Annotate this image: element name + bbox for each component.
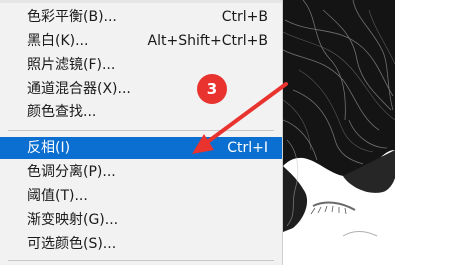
bw-hair-photo — [283, 0, 395, 265]
menu-separator — [8, 260, 274, 261]
menu-item-color-balance[interactable]: 色彩平衡(B)... Ctrl+B — [0, 6, 282, 28]
menu-item-shortcut: Alt+Shift+Ctrl+B — [147, 33, 268, 49]
menu-item-label: 反相(I) — [27, 140, 71, 156]
menu-item-selective-color[interactable]: 可选颜色(S)... — [0, 233, 282, 255]
menu-item-label: 阈值(T)... — [27, 188, 88, 204]
menu-item-label: 照片滤镜(F)... — [27, 57, 116, 73]
menu-item-label: 渐变映射(G)... — [27, 212, 119, 228]
menu-item-posterize[interactable]: 色调分离(P)... — [0, 161, 282, 183]
menu-item-color-lookup[interactable]: 颜色查找... — [0, 101, 282, 123]
step-badge: 3 — [197, 74, 227, 104]
menu-separator — [8, 130, 274, 131]
menu-item-label: 通道混合器(X)... — [27, 81, 131, 97]
menu-item-channel-mixer[interactable]: 通道混合器(X)... — [0, 78, 282, 100]
menu-item-label: 色彩平衡(B)... — [27, 9, 117, 25]
adjustments-submenu: 色彩平衡(B)... Ctrl+B 黑白(K)... Alt+Shift+Ctr… — [0, 0, 283, 265]
menu-item-shortcut: Ctrl+I — [227, 140, 268, 156]
menu-item-label: 色调分离(P)... — [27, 164, 116, 180]
clipped-menu-item — [0, 0, 282, 3]
menu-item-gradient-map[interactable]: 渐变映射(G)... — [0, 209, 282, 231]
menu-item-label: 黑白(K)... — [27, 33, 89, 49]
menu-item-threshold[interactable]: 阈值(T)... — [0, 185, 282, 207]
menu-item-black-white[interactable]: 黑白(K)... Alt+Shift+Ctrl+B — [0, 30, 282, 52]
menu-item-label: 可选颜色(S)... — [27, 236, 117, 252]
menu-item-label: 颜色查找... — [27, 104, 97, 120]
menu-item-invert[interactable]: 反相(I) Ctrl+I — [0, 137, 282, 159]
menu-item-photo-filter[interactable]: 照片滤镜(F)... — [0, 54, 282, 76]
menu-item-shortcut: Ctrl+B — [221, 9, 268, 25]
photo-canvas — [283, 0, 395, 265]
